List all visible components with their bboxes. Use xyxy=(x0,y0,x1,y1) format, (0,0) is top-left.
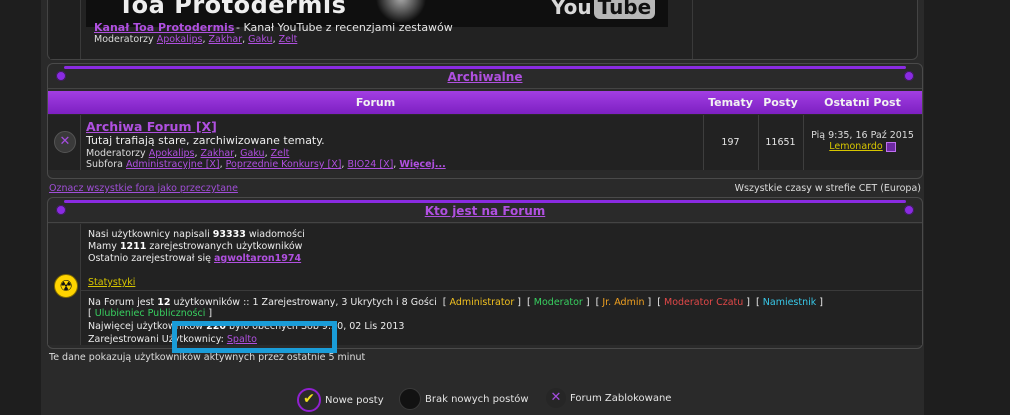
online-now-pre: Na Forum jest xyxy=(88,297,155,308)
youtube-logo: You Tube xyxy=(551,0,656,19)
left-background xyxy=(0,0,41,415)
role-favorite: Ulubieniec Publiczności xyxy=(94,308,206,319)
moderator-link[interactable]: Zakhar xyxy=(201,148,235,159)
online-now-post: użytkowników :: 1 Zarejestrowany, 3 Ukry… xyxy=(173,297,437,308)
radiation-icon: ☢ xyxy=(54,274,78,298)
youtube-you: You xyxy=(551,0,592,19)
forum-moderators: Moderatorzy Apokalips, Zakhar, Gaku, Zel… xyxy=(86,148,290,159)
legend-locked-label: Forum Zablokowane xyxy=(570,393,672,404)
youtube-channel-description: - Kanał YouTube z recenzjami zestawów xyxy=(236,21,453,34)
col-forum: Forum xyxy=(355,96,396,109)
youtube-channel-link[interactable]: Kanał Toa Protodermis xyxy=(94,21,234,34)
moderators-label: Moderatorzy xyxy=(94,34,154,45)
forum-row-archive: ✕ Archiwa Forum [X] Tutaj trafiają stare… xyxy=(48,115,922,170)
moderator-link[interactable]: Gaku xyxy=(248,34,272,45)
go-to-post-icon[interactable] xyxy=(885,141,896,152)
new-posts-icon: ✔ xyxy=(297,388,321,412)
online-category-header: Kto jest na Forum xyxy=(48,198,922,223)
legend-new-posts-label: Nowe posty xyxy=(325,395,384,406)
last-post-user-link[interactable]: Lemonardo xyxy=(829,141,882,152)
subforum-more-link[interactable]: Więcej... xyxy=(399,159,445,170)
legend-no-new-posts: Brak nowych postów xyxy=(399,388,529,410)
newest-user-pre: Ostatnio zarejestrował się xyxy=(88,253,211,264)
archive-category-link[interactable]: Archiwalne xyxy=(448,70,523,84)
online-now-line: Na Forum jest 12 użytkowników :: 1 Zarej… xyxy=(88,297,824,308)
right-background xyxy=(924,0,1010,415)
mark-all-read-link[interactable]: Oznacz wszystkie fora jako przeczytane xyxy=(49,183,238,194)
moderator-link[interactable]: Zelt xyxy=(271,148,290,159)
newest-user-link[interactable]: agwoltaron1974 xyxy=(214,253,301,264)
online-now-count: 12 xyxy=(157,297,171,308)
row-icon-cell xyxy=(50,0,81,59)
legend-no-new-posts-label: Brak nowych postów xyxy=(425,394,529,405)
role-line-2: [ Ulubieniec Publiczności ] xyxy=(88,308,213,319)
moderator-link[interactable]: Apokalips xyxy=(157,34,203,45)
legend-locked: ✕ Forum Zablokowane xyxy=(546,388,671,408)
topics-count: 197 xyxy=(721,137,740,148)
last-post-date: Pią 9:35, 16 Paź 2015 xyxy=(811,130,914,141)
legend-new-posts: ✔ Nowe posty xyxy=(297,388,384,412)
moderator-link[interactable]: Apokalips xyxy=(149,148,195,159)
banner-logo-icon xyxy=(376,0,426,23)
youtube-moderators: Moderatorzy Apokalips, Zakhar, Gaku, Zel… xyxy=(94,34,298,45)
users-post: zarejestrowanych użytkowników xyxy=(149,241,303,252)
posts-post: wiadomości xyxy=(248,229,305,240)
header-accent-bar xyxy=(64,66,906,69)
forum-description: Tutaj trafiają stare, zarchiwizowane tem… xyxy=(86,134,325,147)
banner-title: Toa Protodermis xyxy=(118,0,347,19)
online-category-link[interactable]: Kto jest na Forum xyxy=(425,204,546,218)
statistics-link[interactable]: Statystyki xyxy=(88,277,135,288)
role-administrator: Administrator xyxy=(449,297,515,308)
subforum-link[interactable]: Poprzednie Konkursy [X] xyxy=(226,159,342,170)
forum-title-link[interactable]: Archiwa Forum [X] xyxy=(86,119,217,134)
role-moderator: Moderator xyxy=(533,297,583,308)
role-jr-admin: Jr. Admin xyxy=(602,297,645,308)
forum-subforums: Subfora Administracyjne [X], Poprzednie … xyxy=(86,159,446,170)
forum-table-header: Forum Tematy Posty Ostatni Post xyxy=(48,91,922,114)
moderator-link[interactable]: Gaku xyxy=(240,148,264,159)
statistics-line: Statystyki xyxy=(88,277,135,288)
total-posts-line: Nasi użytkownicy napisali 93333 wiadomoś… xyxy=(88,229,305,240)
subforum-link[interactable]: Administracyjne [X] xyxy=(126,159,220,170)
moderator-link[interactable]: Zelt xyxy=(279,34,298,45)
newest-user-line: Ostatnio zarejestrował się agwoltaron197… xyxy=(88,253,301,264)
header-accent-bar xyxy=(64,200,906,203)
users-count: 1211 xyxy=(119,241,147,252)
last-post: Pią 9:35, 16 Paź 2015 Lemonardo xyxy=(803,130,922,152)
youtube-forum-row: Toa Protodermis You Tube Kanał Toa Protod… xyxy=(47,0,918,60)
posts-count: 11651 xyxy=(765,137,796,148)
col-last-post: Ostatni Post xyxy=(824,96,901,109)
forum-locked-icon: ✕ xyxy=(546,388,566,408)
highlight-box xyxy=(172,321,337,353)
archive-category-header: Archiwalne xyxy=(48,64,922,89)
moderators-label: Moderatorzy xyxy=(86,148,146,159)
col-posts: Posty xyxy=(763,96,798,109)
posts-count: 93333 xyxy=(212,229,246,240)
archive-category: Archiwalne Forum Tematy Posty Ostatni Po… xyxy=(47,63,923,179)
col-topics: Tematy xyxy=(708,96,753,109)
no-new-posts-icon xyxy=(399,388,421,410)
moderator-link[interactable]: Zakhar xyxy=(209,34,243,45)
youtube-tube: Tube xyxy=(593,0,656,19)
divider xyxy=(80,115,81,170)
online-note: Te dane pokazują użytkowników aktywnych … xyxy=(49,352,366,363)
users-pre: Mamy xyxy=(88,241,117,252)
total-users-line: Mamy 1211 zarejestrowanych użytkowników xyxy=(88,241,302,252)
subforum-link[interactable]: BIO24 [X] xyxy=(347,159,393,170)
posts-pre: Nasi użytkownicy napisali xyxy=(88,229,210,240)
role-namiestnik: Namiestnik xyxy=(762,297,817,308)
subforums-label: Subfora xyxy=(86,159,123,170)
row-right-cell xyxy=(692,0,917,59)
timezone-note: Wszystkie czasy w strefie CET (Europa) xyxy=(734,183,921,194)
forum-locked-icon: ✕ xyxy=(54,131,76,153)
role-chat-moderator: Moderator Czatu xyxy=(664,297,744,308)
